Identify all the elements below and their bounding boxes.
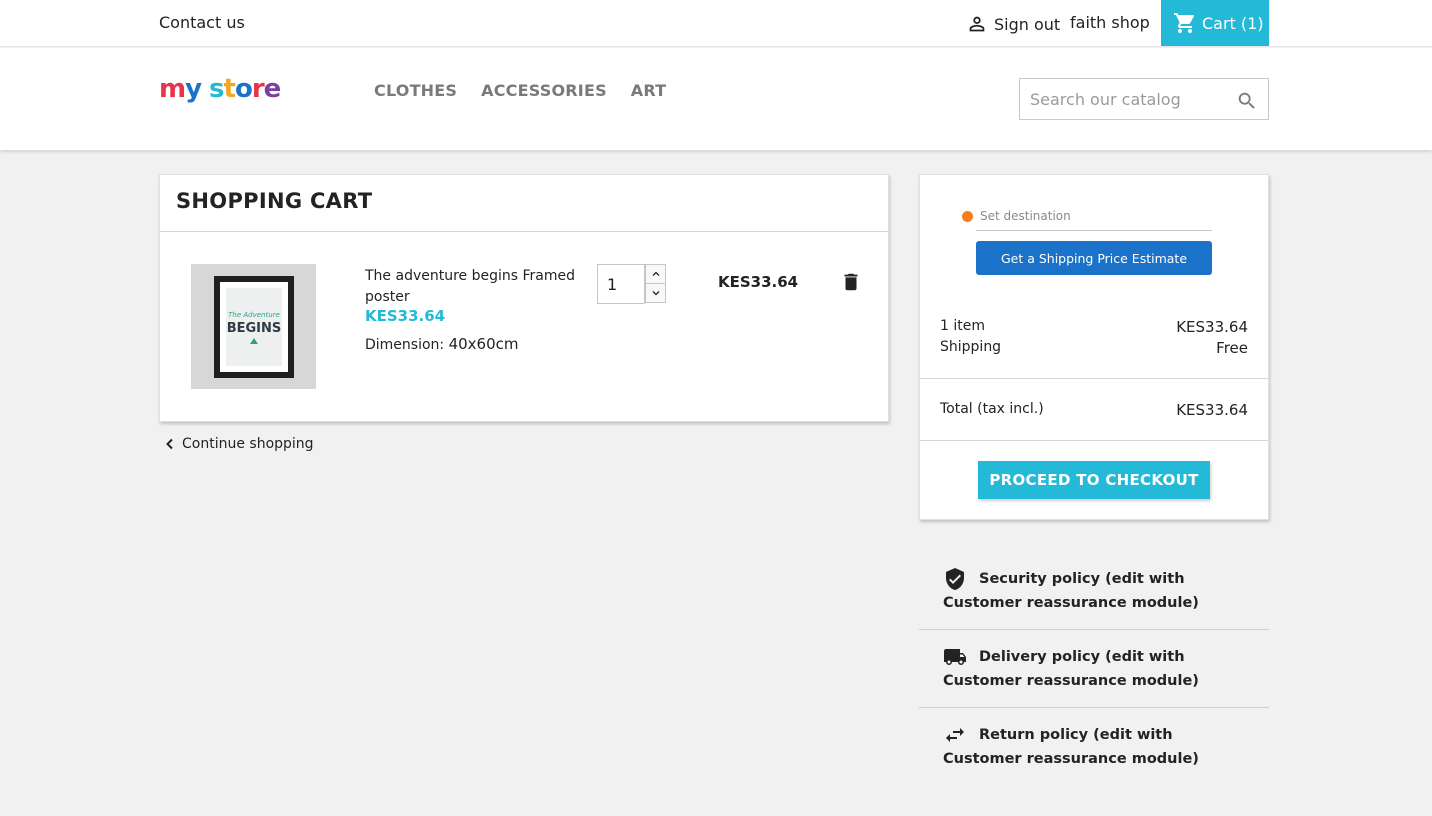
poster-triangle	[250, 337, 258, 344]
shipping-value: Free	[1216, 339, 1248, 357]
total-label: Total (tax incl.)	[940, 401, 1044, 417]
proceed-to-checkout-button[interactable]: PROCEED TO CHECKOUT	[978, 461, 1210, 499]
search-input[interactable]	[1020, 79, 1220, 119]
dimension-value: 40x60cm	[448, 335, 519, 353]
poster-frame: The Adventure BEGINS	[214, 276, 294, 378]
items-label: 1 item	[940, 318, 985, 334]
cart-panel: SHOPPING CART The Adventure BEGINS The a…	[159, 174, 889, 422]
cart-label: Cart (1)	[1202, 13, 1264, 33]
quantity-input[interactable]	[597, 264, 645, 304]
chevron-left-icon	[166, 438, 173, 450]
return-policy-text: Return policy (edit with Customer reassu…	[943, 727, 1199, 767]
truck-icon	[943, 645, 967, 669]
total-value: KES33.64	[1176, 401, 1248, 419]
divider	[920, 440, 1268, 441]
security-policy-text: Security policy (edit with Customer reas…	[943, 571, 1199, 611]
cart-summary: Set destination Get a Shipping Price Est…	[919, 174, 1269, 520]
destination-status-dot	[962, 210, 973, 222]
menu-item-art[interactable]: ART	[631, 81, 667, 100]
shield-check-icon	[943, 567, 967, 591]
dimension-label: Dimension:	[365, 337, 445, 353]
poster-text-big: BEGINS	[226, 320, 282, 336]
continue-shopping-label: Continue shopping	[182, 436, 314, 452]
chevron-down-icon	[652, 291, 659, 296]
quantity-decrease-button[interactable]	[645, 283, 666, 303]
search-box	[1019, 78, 1269, 120]
summary-total-row: Total (tax incl.) KES33.64	[940, 401, 1248, 419]
shopping-cart-icon	[1174, 13, 1194, 33]
reassurance-delivery: Delivery policy (edit with Customer reas…	[919, 645, 1269, 693]
product-price: KES33.64	[365, 307, 446, 325]
menu-item-accessories[interactable]: ACCESSORIES	[481, 81, 607, 100]
summary-items-row: 1 item KES33.64	[940, 318, 1248, 336]
divider	[919, 707, 1269, 708]
account-name-link[interactable]: faith shop	[1070, 13, 1150, 32]
divider	[160, 231, 888, 232]
items-value: KES33.64	[1176, 318, 1248, 336]
delete-icon[interactable]	[840, 271, 862, 293]
sign-out-label: Sign out	[994, 14, 1061, 34]
page-title: SHOPPING CART	[176, 189, 373, 213]
product-name-link[interactable]: The adventure begins Framed poster	[365, 266, 575, 308]
shipping-label: Shipping	[940, 339, 1002, 355]
main-menu: CLOTHES ACCESSORIES ART	[374, 81, 666, 100]
set-destination-label: Set destination	[980, 209, 1071, 223]
continue-shopping-link[interactable]: Continue shopping	[162, 436, 314, 452]
search-icon[interactable]	[1236, 90, 1258, 112]
contact-link[interactable]: Contact us	[159, 13, 245, 32]
site-header: mystore CLOTHES ACCESSORIES ART	[0, 48, 1432, 150]
set-destination-field[interactable]: Set destination	[962, 209, 1071, 223]
poster-text-small: The Adventure	[228, 310, 280, 319]
swap-arrows-icon	[943, 723, 967, 747]
product-image[interactable]: The Adventure BEGINS	[191, 264, 316, 389]
sign-out-link[interactable]: Sign out	[966, 13, 1060, 35]
delivery-policy-text: Delivery policy (edit with Customer reas…	[943, 649, 1199, 689]
shipping-estimate-button[interactable]: Get a Shipping Price Estimate	[976, 241, 1212, 275]
destination-underline	[976, 230, 1212, 231]
reassurance-security: Security policy (edit with Customer reas…	[919, 567, 1269, 615]
line-total: KES33.64	[718, 273, 799, 291]
reassurance-return: Return policy (edit with Customer reassu…	[919, 723, 1269, 771]
summary-shipping-row: Shipping Free	[940, 339, 1248, 357]
chevron-up-icon	[652, 271, 659, 276]
product-dimension: Dimension: 40x60cm	[365, 335, 519, 353]
store-logo[interactable]: mystore	[159, 74, 281, 104]
quantity-stepper	[597, 264, 667, 304]
divider	[919, 629, 1269, 630]
divider	[920, 378, 1268, 379]
user-icon	[969, 16, 985, 32]
menu-item-clothes[interactable]: CLOTHES	[374, 81, 457, 100]
top-bar: Contact us Sign out faith shop Cart (1)	[0, 0, 1432, 47]
quantity-increase-button[interactable]	[645, 264, 666, 284]
cart-button[interactable]: Cart (1)	[1161, 0, 1269, 46]
